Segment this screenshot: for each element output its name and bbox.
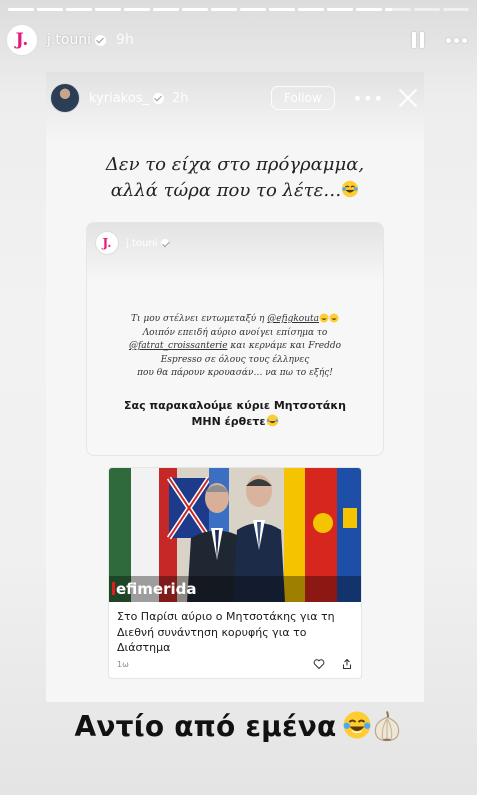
progress-fill (153, 8, 179, 11)
verified-badge-icon (152, 92, 164, 104)
verified-badge-icon (161, 239, 170, 247)
progress-segment (269, 8, 295, 11)
progress-segment (124, 8, 150, 11)
more-icon[interactable]: ••• (353, 89, 384, 108)
progress-fill (37, 8, 63, 11)
shared-profile-avatar[interactable] (50, 83, 80, 113)
progress-segment (414, 8, 440, 11)
tears-of-joy-emoji (319, 313, 329, 323)
news-age: 1ω (117, 659, 129, 669)
progress-segment (327, 8, 353, 11)
shared-story-timestamp: 2h (171, 90, 189, 106)
bold-line-2: ΜΗΝ έρθετε (97, 414, 373, 430)
news-link-card[interactable]: efimerida Στο Παρίσι αύριο ο Μητσοτάκης … (108, 467, 362, 679)
garlic-emoji (375, 711, 400, 742)
share-icon[interactable] (341, 658, 353, 670)
mention-link[interactable]: @efigkouta (267, 314, 319, 324)
story-footer-caption: Αντίο από εμένα (0, 710, 477, 743)
progress-segment (66, 8, 92, 11)
progress-fill (95, 8, 121, 11)
pause-icon[interactable] (412, 32, 426, 48)
nested-text-line: Λοιπόν επειδή αύριο ανοίγει επίσημα το (142, 327, 328, 338)
tears-of-joy-emoji (343, 711, 371, 739)
progress-fill (298, 8, 324, 11)
bold-line-1: Σας παρακαλούμε κύριε Μητσοτάκη (124, 399, 346, 412)
progress-segment (153, 8, 179, 11)
close-icon[interactable] (398, 88, 418, 108)
shared-story-username[interactable]: kyriakos_ (89, 91, 149, 106)
story-progress-bar (8, 8, 469, 11)
efimerida-logo: efimerida (112, 580, 197, 598)
progress-fill (385, 8, 392, 11)
nested-story-bold-text: Σας παρακαλούμε κύριε Μητσοτάκη ΜΗΝ έρθε… (97, 398, 373, 430)
follow-button[interactable]: Follow (271, 86, 335, 110)
caption-line-1: Δεν το είχα στο πρόγραμμα, (105, 154, 365, 175)
nested-text-line: Τι μου στέλνει εντωμεταξύ η @efigkouta (99, 313, 371, 327)
profile-avatar[interactable]: J. (6, 24, 38, 56)
progress-segment (182, 8, 208, 11)
story-timestamp: 9h (116, 32, 134, 48)
nested-story[interactable]: J. j.touni Τι μου στέλνει εντωμεταξύ η @… (86, 222, 384, 456)
news-footer: 1ω (117, 658, 353, 670)
progress-segment (356, 8, 382, 11)
progress-fill (66, 8, 92, 11)
progress-segment (443, 8, 469, 11)
progress-fill (8, 8, 34, 11)
shared-story-card: kyriakos_ 2h Follow ••• Δεν το είχα στο … (46, 72, 424, 702)
progress-fill (356, 8, 382, 11)
progress-segment (211, 8, 237, 11)
shared-story-header: kyriakos_ 2h Follow ••• (50, 82, 418, 114)
nested-text-line: που θα πάρουν κρουασάν… να πω το εξής! (137, 368, 333, 378)
nested-text-line: Espresso σε όλους τους έλληνες (160, 354, 310, 365)
news-headline[interactable]: Στο Παρίσι αύριο ο Μητσοτάκης για τη Διε… (117, 609, 353, 656)
story-username[interactable]: j.touni (47, 32, 91, 48)
story-header: J. j.touni 9h (6, 22, 467, 58)
progress-fill (240, 8, 266, 11)
progress-segment (37, 8, 63, 11)
progress-fill (211, 8, 237, 11)
more-icon[interactable] (446, 37, 467, 43)
progress-segment (385, 8, 411, 11)
tears-of-joy-emoji (329, 313, 339, 323)
progress-segment (8, 8, 34, 11)
nested-profile-avatar: J. (95, 231, 119, 255)
progress-fill (269, 8, 295, 11)
progress-fill (327, 8, 353, 11)
nested-username: j.touni (126, 237, 158, 249)
progress-segment (298, 8, 324, 11)
progress-segment (240, 8, 266, 11)
caption-line-2: αλλά τώρα που το λέτε… (56, 178, 414, 204)
tears-of-joy-emoji (266, 414, 278, 427)
verified-badge-icon (95, 34, 107, 46)
tears-of-joy-emoji (342, 180, 359, 198)
heart-icon[interactable] (313, 658, 325, 670)
nested-story-header: J. j.touni (95, 231, 170, 255)
nested-story-text: Τι μου στέλνει εντωμεταξύ η @efigkouta Λ… (99, 313, 371, 381)
progress-fill (182, 8, 208, 11)
story-caption: Δεν το είχα στο πρόγραμμα, αλλά τώρα που… (56, 152, 414, 204)
nested-text-line: @fatrat_croissanterie και κερνάμε και Fr… (128, 341, 342, 351)
mention-link[interactable]: @fatrat_croissanterie (129, 341, 228, 351)
progress-fill (124, 8, 150, 11)
progress-segment (95, 8, 121, 11)
